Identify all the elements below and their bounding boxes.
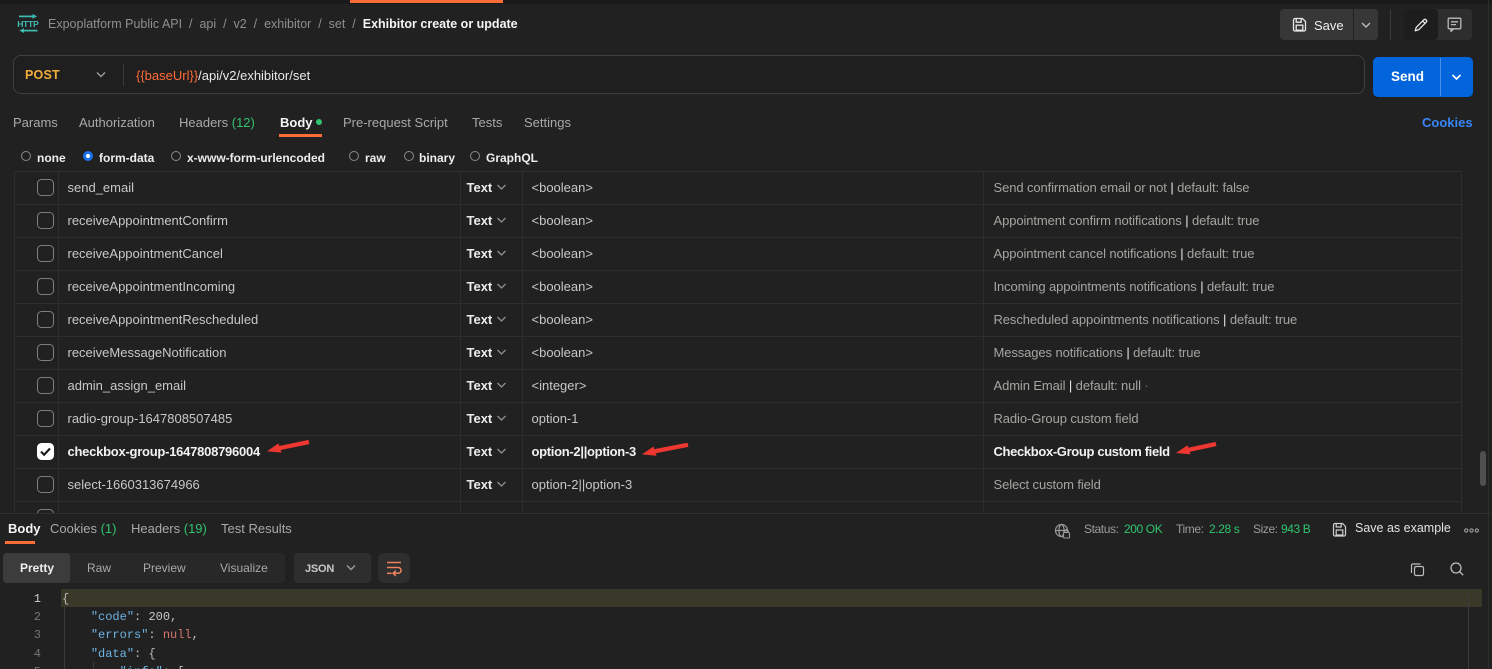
svg-text:HTTP: HTTP [17, 19, 39, 29]
